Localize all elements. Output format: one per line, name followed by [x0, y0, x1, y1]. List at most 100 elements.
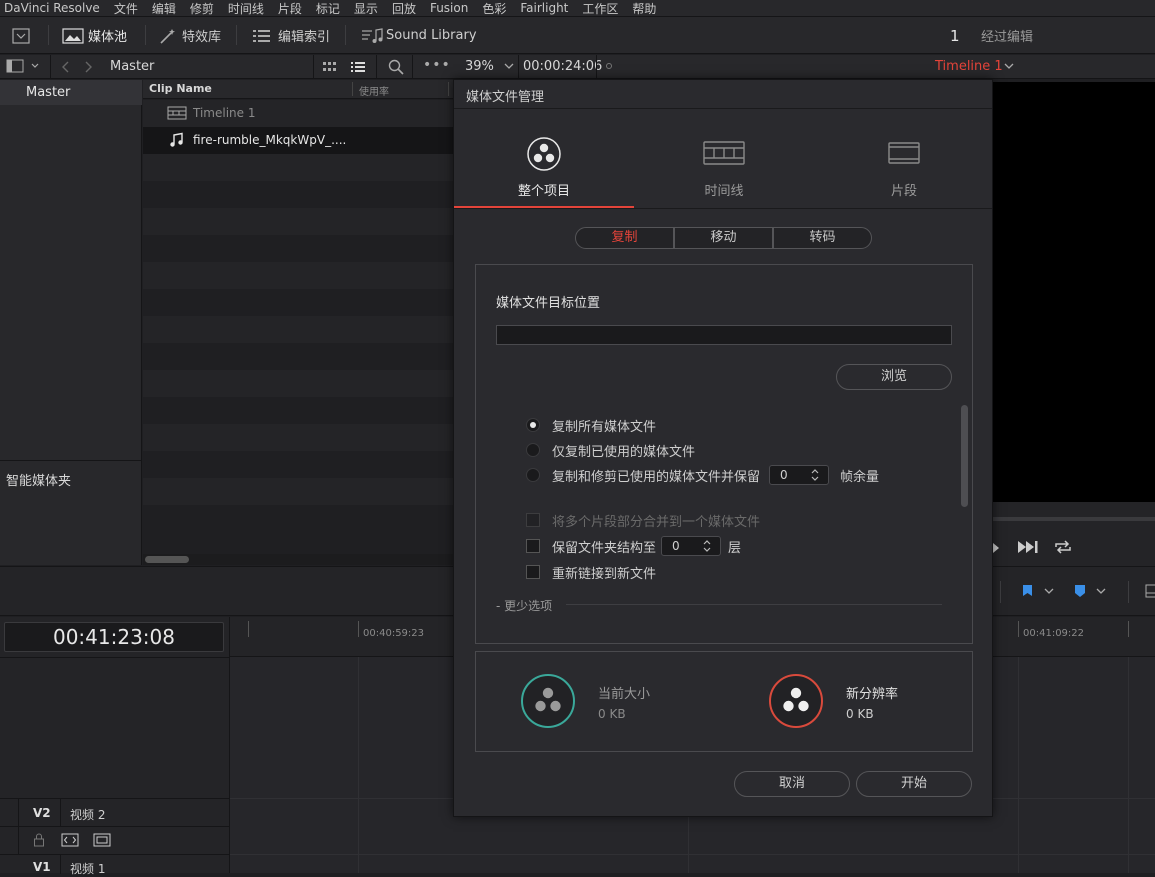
media-pool-label: 媒体池	[88, 30, 128, 45]
edit-index-button[interactable]: 编辑索引	[252, 17, 330, 54]
back-button[interactable]	[60, 60, 72, 77]
menu-app[interactable]: DaVinci Resolve	[4, 1, 100, 15]
menu-timeline[interactable]: 时间线	[228, 0, 264, 17]
options-scrollbar[interactable]	[961, 405, 968, 507]
search-button[interactable]	[388, 59, 404, 78]
track-name[interactable]: 视频 2	[70, 806, 105, 823]
divider	[454, 208, 992, 209]
fewer-options-toggle[interactable]: - 更少选项	[496, 597, 552, 614]
panel-toggle-button[interactable]	[12, 17, 30, 54]
handles-stepper[interactable]: 0	[769, 465, 829, 485]
bin-breadcrumb: Master	[110, 59, 155, 74]
auto-select-icon[interactable]	[61, 833, 79, 847]
grid-line	[358, 657, 359, 873]
sound-library-label: Sound Library	[386, 28, 477, 43]
combine-checkbox[interactable]	[526, 513, 540, 527]
bin-item-master[interactable]: Master	[0, 80, 142, 105]
destination-input[interactable]	[496, 325, 952, 345]
scrollbar-thumb[interactable]	[145, 556, 189, 563]
timeline-name[interactable]: Timeline 1	[935, 59, 1003, 74]
zoom-dropdown[interactable]	[503, 60, 515, 75]
relink-label: 重新链接到新文件	[552, 567, 657, 582]
clip-row-timeline[interactable]: Timeline 1	[143, 100, 453, 127]
tab-timeline[interactable]: 时间线	[634, 108, 814, 208]
viewer-canvas[interactable]	[993, 82, 1155, 502]
track-id: V1	[33, 860, 51, 874]
copy-all-radio[interactable]	[526, 418, 540, 432]
marker-button[interactable]	[1072, 583, 1112, 602]
browse-button[interactable]: 浏览	[836, 364, 952, 390]
options-panel: 媒体文件目标位置 浏览 复制所有媒体文件 仅复制已使用的媒体文件 复制和修剪已使…	[475, 264, 973, 644]
menu-mark[interactable]: 标记	[316, 0, 340, 17]
copy-trim-radio[interactable]	[526, 468, 540, 482]
horizontal-scrollbar[interactable]	[143, 554, 453, 565]
menu-workspace[interactable]: 工作区	[582, 0, 618, 17]
tab-entire-project[interactable]: 整个项目	[454, 108, 634, 208]
menu-playback[interactable]: 回放	[392, 0, 416, 17]
folder-levels-stepper[interactable]: 0	[661, 536, 721, 556]
ruler-label: 00:40:59:23	[363, 628, 425, 639]
timeline-timecode[interactable]: 00:41:23:08	[4, 622, 224, 652]
start-button[interactable]: 开始	[856, 771, 972, 797]
menu-bar: DaVinci Resolve 文件 编辑 修剪 时间线 片段 标记 显示 回放…	[0, 0, 1155, 17]
ruler-tick	[248, 621, 249, 637]
cancel-button[interactable]: 取消	[734, 771, 850, 797]
tab-clips[interactable]: 片段	[814, 108, 994, 208]
timeline-icon	[703, 141, 745, 165]
zoom-level[interactable]: 39%	[465, 59, 494, 74]
preserve-folders-checkbox[interactable]	[526, 539, 540, 553]
menu-view[interactable]: 显示	[354, 0, 378, 17]
sound-library-button[interactable]: Sound Library	[360, 17, 477, 54]
dialog-title: 媒体文件管理	[466, 90, 545, 105]
toolbar-divider	[145, 25, 146, 45]
menu-color[interactable]: 色彩	[482, 0, 506, 17]
thumbnail-view-button[interactable]	[322, 60, 338, 77]
ruler-tick	[1018, 621, 1019, 637]
scrubber-bar[interactable]	[993, 517, 1155, 521]
stepper-icon[interactable]	[702, 539, 712, 553]
media-pool-button[interactable]: 媒体池	[62, 17, 127, 54]
copy-used-radio[interactable]	[526, 443, 540, 457]
track-name[interactable]: 视频 1	[70, 860, 105, 877]
menu-help[interactable]: 帮助	[632, 0, 656, 17]
mode-transcode-button[interactable]: 转码	[773, 227, 872, 249]
ruler-label: 00:41:09:22	[1023, 628, 1085, 639]
sidebar-toggle-button[interactable]	[6, 59, 40, 76]
mode-move-button[interactable]: 移动	[674, 227, 773, 249]
list-view-button[interactable]	[350, 60, 366, 77]
combine-label: 将多个片段部分合并到一个媒体文件	[552, 515, 761, 530]
lock-icon[interactable]	[33, 833, 45, 847]
layout-icon[interactable]	[1142, 584, 1155, 600]
media-pool-header: Master •••	[0, 55, 453, 79]
clip-row-audio[interactable]: fire-rumble_MkqkWpV_....	[143, 127, 453, 154]
track-header-v2[interactable]: V2 视频 2	[0, 798, 230, 855]
mode-copy-button[interactable]: 复制	[575, 227, 674, 249]
play-icon[interactable]	[993, 542, 1001, 554]
loop-icon[interactable]	[1053, 538, 1073, 556]
column-usage[interactable]: 使用率	[359, 83, 389, 98]
toolbar-divider	[236, 25, 237, 45]
copy-trim-label: 复制和修剪已使用的媒体文件并保留	[552, 470, 761, 485]
menu-fairlight[interactable]: Fairlight	[520, 1, 568, 15]
forward-button[interactable]	[82, 60, 94, 77]
track-toggle-icon[interactable]	[93, 833, 111, 847]
menu-clip[interactable]: 片段	[278, 0, 302, 17]
music-note-icon	[170, 132, 183, 147]
menu-edit[interactable]: 编辑	[152, 0, 176, 17]
column-clip-name[interactable]: Clip Name	[149, 82, 212, 95]
skip-end-icon[interactable]	[1017, 540, 1039, 554]
menu-fusion[interactable]: Fusion	[430, 1, 468, 15]
more-options-icon[interactable]: •••	[423, 57, 451, 73]
track-header-v1[interactable]: V1 视频 1	[0, 854, 230, 876]
stepper-icon[interactable]	[810, 468, 820, 482]
page-name[interactable]: 经过编辑	[981, 17, 1033, 54]
flag-button[interactable]	[1020, 583, 1060, 602]
copy-used-label: 仅复制已使用的媒体文件	[552, 445, 696, 460]
divider	[0, 657, 230, 658]
relink-checkbox[interactable]	[526, 565, 540, 579]
list-icon	[351, 62, 365, 72]
menu-trim[interactable]: 修剪	[190, 0, 214, 17]
menu-file[interactable]: 文件	[114, 0, 138, 17]
effects-button[interactable]: 特效库	[158, 17, 221, 54]
timeline-dropdown[interactable]	[1003, 60, 1015, 75]
